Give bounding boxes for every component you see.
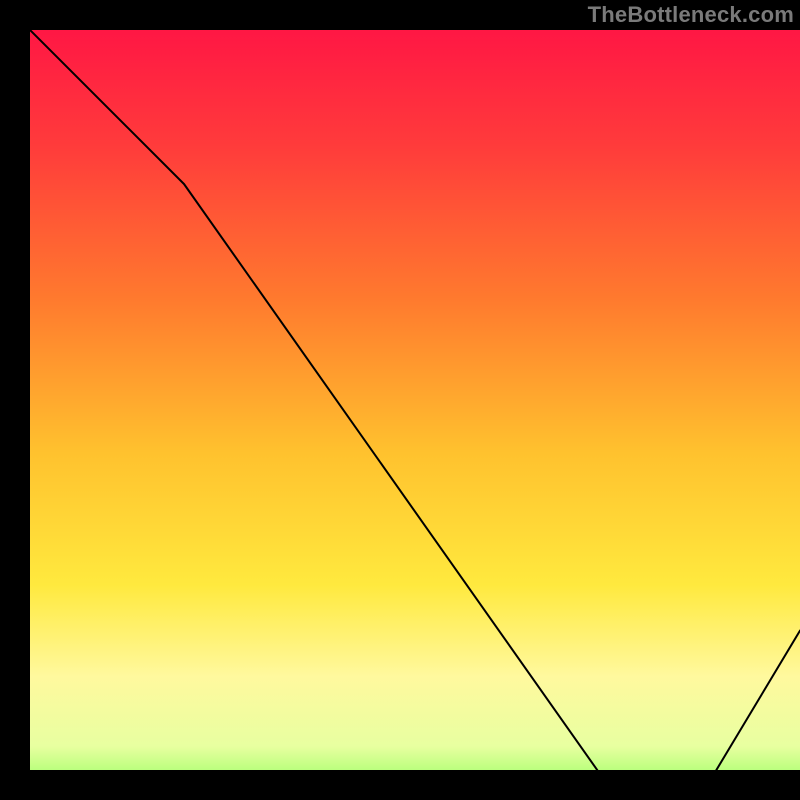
x-axis-border (0, 770, 800, 800)
watermark-text: TheBottleneck.com (588, 2, 794, 28)
plot-area (30, 30, 800, 800)
y-axis-border (0, 0, 30, 800)
chart-svg (30, 30, 800, 800)
chart-frame: TheBottleneck.com (0, 0, 800, 800)
